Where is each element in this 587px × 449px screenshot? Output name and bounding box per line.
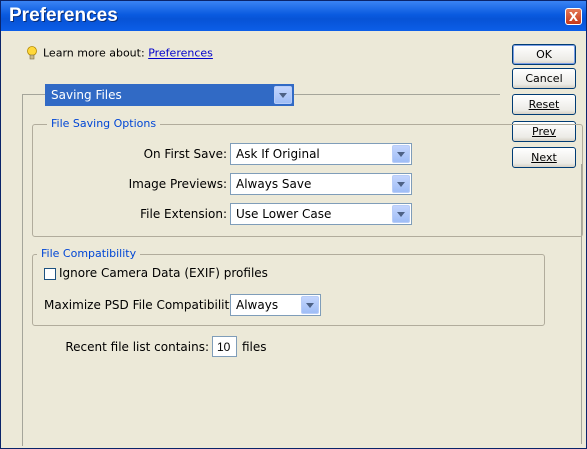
file-saving-options-group: File Saving Options On First Save: Ask I… <box>32 117 583 237</box>
file-compatibility-group: File Compatibility Ignore Camera Data (E… <box>32 247 545 326</box>
maximize-psd-value: Always <box>236 298 279 312</box>
file-extension-dropdown[interactable]: Use Lower Case <box>230 203 412 225</box>
maximize-psd-label: Maximize PSD File Compatibility: <box>44 298 240 312</box>
image-previews-dropdown[interactable]: Always Save <box>230 173 412 195</box>
preferences-help-link[interactable]: Preferences <box>148 47 213 60</box>
maximize-psd-dropdown[interactable]: Always <box>230 294 321 316</box>
chevron-down-icon[interactable] <box>392 205 410 223</box>
on-first-save-value: Ask If Original <box>236 147 320 161</box>
window-title: Preferences <box>9 5 118 26</box>
title-bar[interactable]: Preferences X <box>1 1 586 31</box>
recent-files-suffix: files <box>242 340 267 354</box>
chevron-down-icon[interactable] <box>301 296 319 314</box>
image-previews-value: Always Save <box>236 177 312 191</box>
section-dropdown-value: Saving Files <box>51 88 122 102</box>
ignore-camera-data-label[interactable]: Ignore Camera Data (EXIF) profiles <box>59 266 268 280</box>
preferences-dialog: Preferences X Learn more about: Preferen… <box>0 0 587 449</box>
chevron-down-icon[interactable] <box>392 175 410 193</box>
reset-label: Reset <box>528 98 560 111</box>
on-first-save-dropdown[interactable]: Ask If Original <box>230 143 412 165</box>
learn-more: Learn more about: Preferences <box>26 46 213 61</box>
file-compatibility-legend: File Compatibility <box>37 247 141 260</box>
ignore-camera-data-checkbox[interactable] <box>44 268 56 280</box>
learn-more-text: Learn more about: <box>43 46 145 60</box>
recent-files-label: Recent file list contains: <box>65 340 209 354</box>
image-previews-label: Image Previews: <box>128 177 227 191</box>
chevron-down-icon[interactable] <box>392 145 410 163</box>
lightbulb-icon <box>27 46 37 60</box>
recent-files-input[interactable] <box>212 336 237 357</box>
ok-button[interactable]: OK <box>512 44 576 65</box>
reset-button[interactable]: Reset <box>512 94 576 115</box>
chevron-down-icon[interactable] <box>274 86 292 104</box>
dialog-body: Learn more about: Preferences OK Cancel … <box>4 31 583 447</box>
section-dropdown[interactable]: Saving Files <box>45 84 294 106</box>
file-saving-options-legend: File Saving Options <box>47 117 161 130</box>
file-extension-value: Use Lower Case <box>236 207 332 221</box>
close-button[interactable]: X <box>565 8 582 25</box>
on-first-save-label: On First Save: <box>143 147 227 161</box>
file-extension-label: File Extension: <box>140 207 227 221</box>
cancel-button[interactable]: Cancel <box>512 68 576 89</box>
